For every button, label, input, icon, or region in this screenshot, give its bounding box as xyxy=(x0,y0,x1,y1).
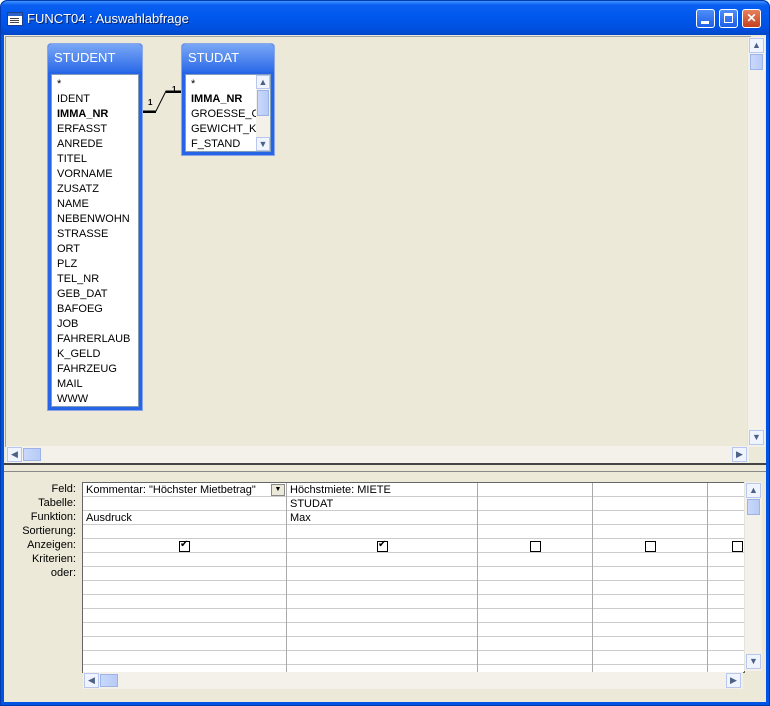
relationship-left-label: 1 xyxy=(148,98,153,107)
query-window-icon[interactable] xyxy=(7,12,23,26)
grid-cell-field[interactable]: Höchstmiete: MIETE xyxy=(287,483,475,497)
grid-row-label: oder: xyxy=(50,567,76,579)
upper-horizontal-scrollbar[interactable]: ◀ ▶ xyxy=(6,446,749,463)
table-field[interactable]: ORT xyxy=(52,242,138,257)
title-bar[interactable]: FUNCT04 : Auswahlabfrage ✕ xyxy=(1,1,769,35)
grid-row-label: Kriterien: xyxy=(31,553,76,565)
design-grid[interactable]: Kommentar: "Höchster Mietbetrag" Ausdruck… xyxy=(82,482,745,673)
scroll-down-button[interactable]: ▼ xyxy=(256,137,270,151)
table-field[interactable]: VORNAME xyxy=(52,167,138,182)
grid-cell-table[interactable] xyxy=(708,497,744,511)
grid-cell-function[interactable] xyxy=(478,511,590,525)
scroll-up-button[interactable]: ▲ xyxy=(256,75,270,89)
grid-row-label: Funktion: xyxy=(30,511,76,523)
table-field[interactable]: ANREDE xyxy=(52,137,138,152)
scroll-thumb[interactable] xyxy=(100,674,118,687)
minimize-button[interactable] xyxy=(696,9,715,28)
table-field[interactable]: WWW xyxy=(52,392,138,406)
table-field[interactable]: TITEL xyxy=(52,152,138,167)
window-client: 1 1 STUDENT * IDENT IMMA_NR ERFASST ANREDE TI… xyxy=(4,35,766,702)
table-field[interactable]: BAFOEG xyxy=(52,302,138,317)
table-field[interactable]: K_GELD xyxy=(52,347,138,362)
table-field[interactable]: ERFASST xyxy=(52,122,138,137)
window-title: FUNCT04 : Auswahlabfrage xyxy=(27,11,189,26)
grid-cell-field[interactable] xyxy=(708,483,744,497)
table-studat[interactable]: STUDAT * IMMA_NR GROESSE_CM GEWICHT_KG F_STA… xyxy=(181,43,275,156)
table-student-field-list[interactable]: * IDENT IMMA_NR ERFASST ANREDE TITEL VORNAME ZU… xyxy=(51,74,139,407)
close-button[interactable]: ✕ xyxy=(742,9,761,28)
table-field[interactable]: IDENT xyxy=(52,92,138,107)
grid-cell-field[interactable] xyxy=(478,483,590,497)
grid-cell-table[interactable] xyxy=(83,497,284,511)
table-field[interactable]: STRASSE xyxy=(52,227,138,242)
table-student-header[interactable]: STUDENT xyxy=(48,44,142,72)
scroll-thumb[interactable] xyxy=(257,90,269,116)
scroll-right-button[interactable]: ▶ xyxy=(726,673,741,688)
scroll-up-button[interactable]: ▲ xyxy=(749,38,764,53)
scroll-down-button[interactable]: ▼ xyxy=(746,654,761,669)
scroll-thumb[interactable] xyxy=(23,448,41,461)
grid-cell-function[interactable]: Max xyxy=(287,511,475,525)
relationship-line[interactable] xyxy=(136,85,186,115)
table-studat-header[interactable]: STUDAT xyxy=(182,44,274,72)
grid-row-label: Anzeigen: xyxy=(27,539,76,551)
grid-cell-field[interactable]: Kommentar: "Höchster Mietbetrag" xyxy=(83,483,268,497)
table-field[interactable]: * xyxy=(52,77,138,92)
table-field[interactable]: NEBENWOHN xyxy=(52,212,138,227)
scroll-up-button[interactable]: ▲ xyxy=(746,483,761,498)
grid-cell-table[interactable]: STUDAT xyxy=(287,497,475,511)
table-field[interactable]: IMMA_NR xyxy=(52,107,138,122)
scroll-right-button[interactable]: ▶ xyxy=(732,447,747,462)
scroll-left-button[interactable]: ◀ xyxy=(84,673,99,688)
grid-row-label: Sortierung: xyxy=(22,525,76,537)
table-field[interactable]: PLZ xyxy=(52,257,138,272)
grid-vertical-scrollbar[interactable]: ▲ ▼ xyxy=(744,482,762,671)
maximize-button[interactable] xyxy=(719,9,738,28)
table-field[interactable]: NAME xyxy=(52,197,138,212)
grid-cell-table[interactable] xyxy=(478,497,590,511)
grid-cell-function[interactable] xyxy=(708,511,744,525)
grid-cell-field[interactable] xyxy=(593,483,705,497)
grid-row-label: Tabelle: xyxy=(38,497,76,509)
close-icon: ✕ xyxy=(746,11,757,25)
grid-cell-table[interactable] xyxy=(593,497,705,511)
table-field[interactable]: JOB xyxy=(52,317,138,332)
grid-horizontal-scrollbar[interactable]: ◀ ▶ xyxy=(83,672,743,689)
scroll-left-button[interactable]: ◀ xyxy=(7,447,22,462)
design-grid-pane: Feld: Tabelle: Funktion: Sortierung: Anzeige… xyxy=(4,473,766,701)
maximize-icon xyxy=(724,13,733,23)
table-field[interactable]: TEL_NR xyxy=(52,272,138,287)
grid-row-label: Feld: xyxy=(51,483,76,495)
show-checkbox[interactable] xyxy=(377,539,388,552)
field-dropdown-button[interactable]: ▼ xyxy=(271,484,285,496)
table-field[interactable]: FAHRZEUG xyxy=(52,362,138,377)
show-checkbox[interactable] xyxy=(179,539,190,552)
show-checkbox[interactable] xyxy=(732,541,743,552)
grid-cell-function[interactable] xyxy=(593,511,705,525)
scroll-down-button[interactable]: ▼ xyxy=(749,430,764,445)
scroll-thumb[interactable] xyxy=(750,54,763,70)
table-field[interactable]: ZUSATZ xyxy=(52,182,138,197)
upper-vertical-scrollbar[interactable]: ▲ ▼ xyxy=(747,37,765,447)
scroll-thumb[interactable] xyxy=(747,499,760,515)
table-studat-scrollbar[interactable]: ▲ ▼ xyxy=(256,75,270,151)
minimize-icon xyxy=(701,21,709,24)
table-field[interactable]: MAIL xyxy=(52,377,138,392)
show-checkbox[interactable] xyxy=(530,541,541,552)
table-field[interactable]: FAHRERLAUB xyxy=(52,332,138,347)
relationship-right-label: 1 xyxy=(172,85,177,94)
pane-splitter[interactable] xyxy=(4,463,766,472)
show-checkbox[interactable] xyxy=(645,541,656,552)
table-diagram-pane[interactable]: 1 1 STUDENT * IDENT IMMA_NR ERFASST ANREDE TI… xyxy=(5,36,765,447)
table-student[interactable]: STUDENT * IDENT IMMA_NR ERFASST ANREDE TITEL V… xyxy=(47,43,143,411)
table-field[interactable]: GEB_DAT xyxy=(52,287,138,302)
query-window: FUNCT04 : Auswahlabfrage ✕ 1 1 STUDENT *… xyxy=(0,0,770,706)
grid-cell-function[interactable]: Ausdruck xyxy=(83,511,284,525)
